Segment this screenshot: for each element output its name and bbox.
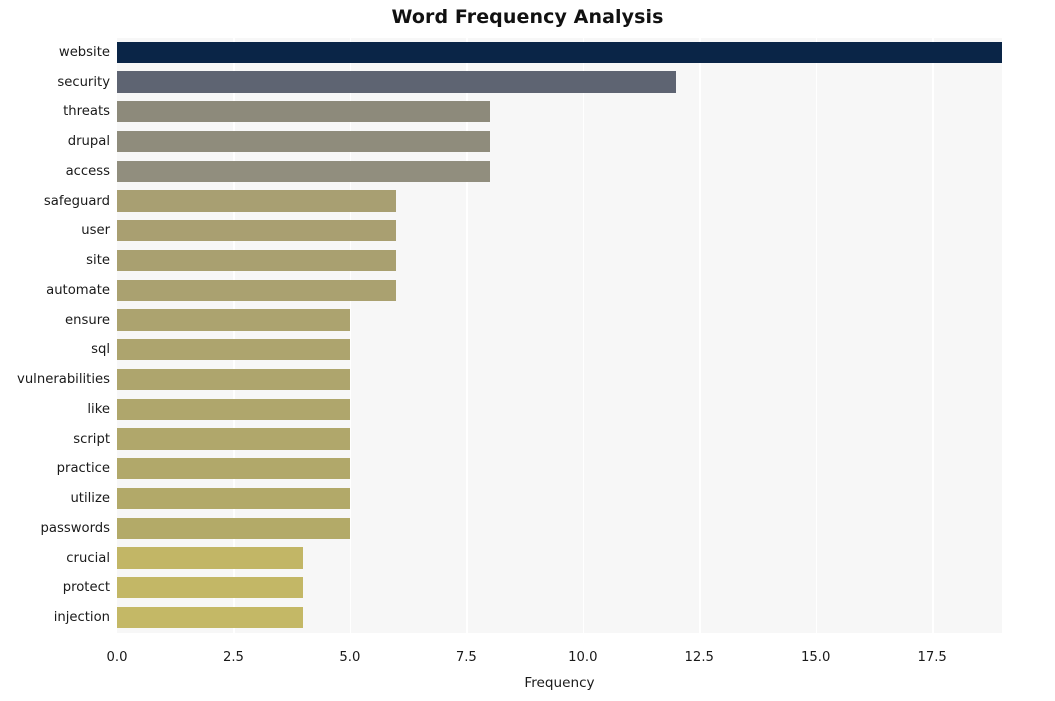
bar[interactable]: [117, 71, 676, 93]
bar-row: [117, 38, 1002, 67]
bar-row: [117, 217, 1002, 246]
bar[interactable]: [117, 368, 350, 391]
x-axis-tick-label: 0.0: [106, 650, 128, 665]
x-axis-tick-labels: 0.0 2.5 5.0 7.5 10.0 12.5 15.0 17.5: [0, 650, 1055, 670]
chart-figure: Word Frequency Analysis website security t…: [0, 0, 1055, 701]
bars-layer: [117, 38, 1002, 633]
x-axis-tick-label: 2.5: [222, 650, 244, 665]
bar-row: [117, 68, 1002, 97]
bar-row: [117, 425, 1002, 454]
x-axis-tick-label: 5.0: [339, 650, 361, 665]
y-axis-tick-label: safeguard: [43, 193, 110, 209]
y-axis-tick-label: script: [73, 431, 110, 447]
y-axis-tick-label: site: [86, 253, 110, 269]
bar[interactable]: [117, 517, 350, 539]
y-axis-tick-label: vulnerabilities: [17, 372, 110, 388]
bar-row: [117, 395, 1002, 424]
y-axis-tick-label: sql: [91, 342, 110, 358]
y-axis-tick-label: utilize: [70, 491, 110, 507]
bar[interactable]: [117, 130, 490, 153]
x-axis-tick-label: 17.5: [917, 650, 947, 665]
x-axis-tick-label: 12.5: [684, 650, 714, 665]
bar[interactable]: [117, 577, 304, 599]
bar-row: [117, 574, 1002, 603]
chart-title: Word Frequency Analysis: [391, 6, 664, 28]
bar-row: [117, 157, 1002, 186]
bar[interactable]: [117, 41, 1002, 63]
bar[interactable]: [117, 339, 350, 361]
y-axis-tick-label: injection: [53, 610, 110, 626]
plot-area: [117, 38, 1002, 633]
x-axis-tick-label: 15.0: [800, 650, 831, 665]
bar[interactable]: [117, 101, 490, 123]
x-axis-tick-label: 7.5: [455, 650, 477, 665]
bar[interactable]: [117, 398, 350, 420]
bar[interactable]: [117, 309, 350, 331]
bar[interactable]: [117, 279, 397, 301]
y-axis-tick-label: website: [58, 44, 110, 60]
bar-row: [117, 544, 1002, 573]
bar[interactable]: [117, 428, 350, 450]
bar-row: [117, 187, 1002, 216]
y-axis-tick-label: like: [87, 401, 110, 417]
bar[interactable]: [117, 547, 304, 569]
bar-row: [117, 484, 1002, 513]
bar-row: [117, 455, 1002, 484]
bar-row: [117, 514, 1002, 543]
bar-row: [117, 127, 1002, 156]
y-axis-tick-label: user: [81, 223, 110, 239]
y-axis-tick-label: protect: [62, 580, 110, 596]
bar-row: [117, 365, 1002, 394]
bar-row: [117, 246, 1002, 275]
bar[interactable]: [117, 160, 490, 182]
bar[interactable]: [117, 249, 397, 272]
y-axis-tick-label: crucial: [66, 550, 110, 566]
bar-row: [117, 306, 1002, 335]
bar[interactable]: [117, 606, 304, 629]
x-axis-tick-label: 10.0: [568, 650, 598, 665]
x-axis-title: Frequency: [524, 675, 595, 691]
bar[interactable]: [117, 458, 350, 480]
bar[interactable]: [117, 220, 397, 242]
y-axis-tick-labels: website security threats drupal access safegu…: [0, 38, 110, 633]
y-axis-tick-label: drupal: [67, 134, 110, 150]
bar-row: [117, 276, 1002, 305]
y-axis-tick-label: access: [65, 163, 110, 179]
y-axis-tick-label: practice: [56, 461, 110, 477]
y-axis-tick-label: security: [57, 74, 110, 90]
bar[interactable]: [117, 487, 350, 510]
y-axis-tick-label: ensure: [65, 312, 110, 328]
bar-row: [117, 603, 1002, 632]
y-axis-tick-label: passwords: [40, 520, 110, 536]
y-axis-tick-label: automate: [46, 282, 110, 298]
bar-row: [117, 98, 1002, 127]
bar-row: [117, 336, 1002, 365]
bar[interactable]: [117, 190, 397, 212]
y-axis-tick-label: threats: [63, 104, 110, 120]
